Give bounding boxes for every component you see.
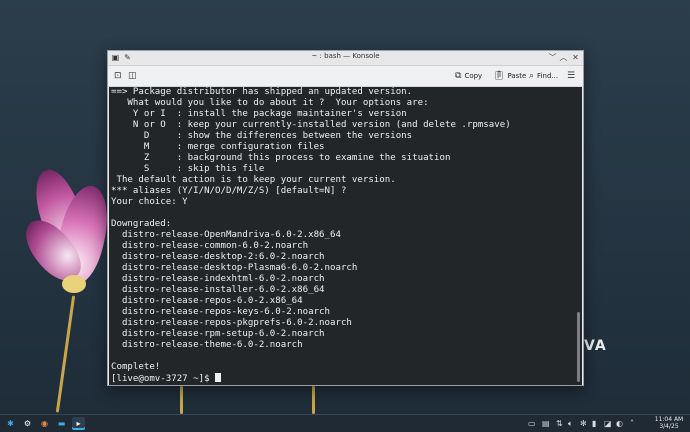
scrollbar-thumb[interactable] xyxy=(577,312,580,382)
terminal-line: Your choice: Y xyxy=(111,197,188,207)
terminal-line: Z : background this process to examine t… xyxy=(111,153,451,163)
copy-label: Copy xyxy=(464,72,483,80)
konsole-window[interactable]: ▣ ✎ ~ : bash — Konsole ﹀ ︿ ✕ ⊡ ◫ ⧉ Copy … xyxy=(107,50,584,386)
flower-stem xyxy=(55,295,76,413)
terminal-line: distro-release-indexhtml-6.0-2.noarch xyxy=(111,274,325,284)
terminal-line: distro-release-repos-6.0-2.x86_64 xyxy=(111,296,303,306)
terminal-line: distro-release-rpm-setup-6.0-2.noarch xyxy=(111,329,325,339)
minimize-button[interactable]: ﹀ xyxy=(548,53,557,62)
bluetooth-icon[interactable]: ✻ xyxy=(580,417,587,430)
search-icon: ⌕ xyxy=(529,71,535,81)
taskbar-clock[interactable]: 11:04 AM 3/4/25 xyxy=(652,416,686,430)
flower-center xyxy=(62,275,86,293)
application-launcher-icon[interactable]: ✱ xyxy=(4,417,17,430)
terminal-line: D : show the differences between the ver… xyxy=(111,131,413,141)
terminal-line: distro-release-theme-6.0-2.noarch xyxy=(111,340,303,350)
maximize-button[interactable]: ︿ xyxy=(559,53,568,62)
split-view-icon: ◫ xyxy=(128,71,137,81)
terminal-line: S : skip this file xyxy=(111,164,265,174)
terminal-line: What would you like to do about it ? You… xyxy=(111,98,429,108)
text-cursor xyxy=(215,373,222,382)
wallpaper-brand-text: VA xyxy=(584,338,607,354)
network-icon[interactable]: ⇅ xyxy=(556,417,563,430)
clipboard-icon[interactable]: ▤ xyxy=(542,417,550,430)
monitor-icon[interactable]: ▭ xyxy=(528,417,536,430)
terminal-line: The default action is to keep your curre… xyxy=(111,175,396,185)
terminal-lines: ==> Package distributor has shipped an u… xyxy=(111,87,581,373)
paste-label: Paste xyxy=(507,72,527,80)
flower-stem xyxy=(312,386,315,414)
terminal-line: *** aliases (Y/I/N/O/D/M/Z/S) [default=N… xyxy=(111,186,347,196)
terminal-output[interactable]: ==> Package distributor has shipped an u… xyxy=(109,87,581,385)
browser-icon[interactable]: ◉ xyxy=(38,417,51,430)
terminal-line: M : merge configuration files xyxy=(111,142,325,152)
find-button[interactable]: ⌕ Find... xyxy=(529,70,558,82)
paste-icon: 📋︎ xyxy=(493,71,505,81)
split-view-button[interactable]: ◫ xyxy=(128,70,140,82)
clock-time: 11:04 AM xyxy=(654,416,684,423)
file-manager-icon[interactable]: ▬ xyxy=(55,417,68,430)
hamburger-menu-button[interactable]: ☰ xyxy=(567,70,578,82)
paste-button[interactable]: 📋︎ Paste xyxy=(493,70,526,82)
terminal-line: distro-release-desktop-2:6.0-2.noarch xyxy=(111,252,325,262)
window-title: ~ : bash — Konsole xyxy=(311,52,380,60)
find-label: Find... xyxy=(537,72,559,80)
copy-icon: ⧉ xyxy=(455,71,462,81)
terminal-line: distro-release-common-6.0-2.noarch xyxy=(111,241,309,251)
terminal-prompt-line[interactable]: [live@omv-3727 ~]$ xyxy=(111,373,581,384)
terminal-scrollbar[interactable] xyxy=(576,87,582,385)
terminal-line: Y or I : install the package maintainer'… xyxy=(111,109,407,119)
terminal-line: distro-release-OpenMandriva-6.0-2.x86_64 xyxy=(111,230,341,240)
expand-tray-icon[interactable]: ˄ xyxy=(630,417,634,430)
window-titlebar[interactable]: ▣ ✎ ~ : bash — Konsole ﹀ ︿ ✕ xyxy=(108,51,583,66)
clock-date: 3/4/25 xyxy=(659,423,679,430)
terminal-line: N or O : keep your currently-installed v… xyxy=(111,120,511,130)
theme-icon[interactable]: ◐ xyxy=(616,417,623,430)
display-icon[interactable]: ◪ xyxy=(604,417,612,430)
new-tab-button[interactable]: ⊡ xyxy=(114,70,125,82)
volume-icon[interactable]: 🔈︎ xyxy=(568,417,573,430)
terminal-line: distro-release-installer-6.0-2.x86_64 xyxy=(111,285,325,295)
close-button[interactable]: ✕ xyxy=(571,53,580,62)
flower-stem xyxy=(180,386,183,414)
terminal-line: distro-release-desktop-Plasma6-6.0-2.noa… xyxy=(111,263,358,273)
new-tab-icon: ⊡ xyxy=(114,71,122,81)
terminal-line: ==> Package distributor has shipped an u… xyxy=(111,87,413,97)
terminal-line: Downgraded: xyxy=(111,219,172,229)
settings-icon[interactable]: ⚙ xyxy=(21,417,34,430)
terminal-line: Complete! xyxy=(111,362,161,372)
terminal-line: distro-release-repos-keys-6.0-2.noarch xyxy=(111,307,330,317)
hamburger-menu-icon: ☰ xyxy=(567,71,576,81)
taskbar: ✱ ⚙ ◉ ▬ ▸ ▭ ▤ ⇅ 🔈︎ ✻ ▮ ◪ ◐ ˄ 11:04 AM 3/… xyxy=(0,414,690,432)
konsole-toolbar: ⊡ ◫ ⧉ Copy 📋︎ Paste ⌕ Find... ☰ xyxy=(108,66,583,87)
terminal-line: distro-release-repos-pkgprefs-6.0-2.noar… xyxy=(111,318,352,328)
battery-icon[interactable]: ▮ xyxy=(592,417,596,430)
shell-prompt: [live@omv-3727 ~]$ xyxy=(111,374,216,384)
copy-button[interactable]: ⧉ Copy xyxy=(455,70,482,82)
terminal-icon[interactable]: ▸ xyxy=(72,417,85,430)
